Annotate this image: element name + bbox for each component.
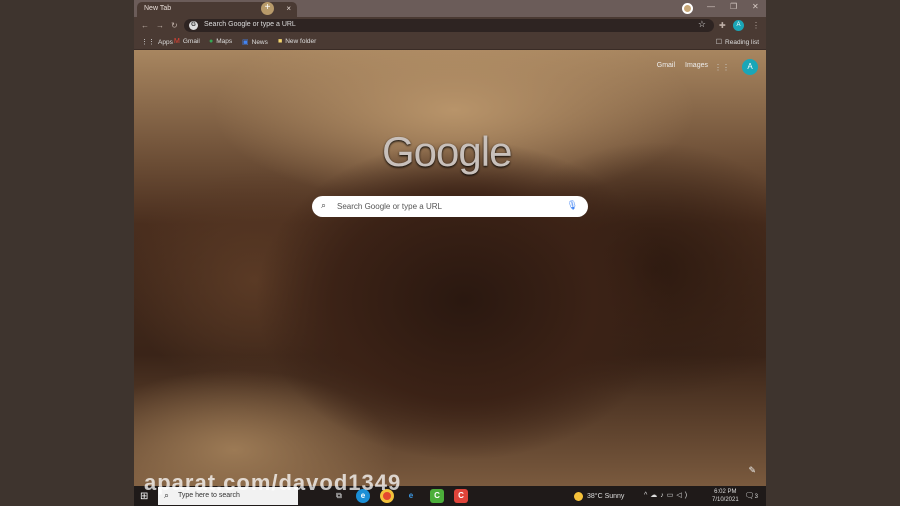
sun-icon [574, 492, 583, 501]
watermark: aparat.com/davod1349 [144, 470, 402, 495]
profile-icon[interactable] [682, 3, 693, 14]
reading-list-icon: ☐ [715, 39, 723, 46]
weather-widget[interactable]: 38°C Sunny [574, 492, 624, 501]
maps-icon: ● [209, 38, 214, 45]
bookmark-news[interactable]: ▣ News [242, 38, 268, 47]
search-icon: ⌕ [321, 200, 327, 210]
ntp-search-box[interactable]: ⌕ Search Google or type a URL 🎙 [312, 196, 588, 217]
camtasia-red-icon[interactable]: C [454, 489, 468, 503]
omnibox-text: Search Google or type a URL [204, 21, 296, 28]
google-apps-icon[interactable]: ⋮⋮ [714, 63, 730, 72]
bookmark-maps[interactable]: ● Maps [209, 38, 232, 45]
profile-avatar[interactable]: A [733, 20, 744, 31]
maximize-icon[interactable]: ❐ [730, 2, 737, 11]
search-placeholder: Search Google or type a URL [337, 202, 442, 211]
bookmark-label: Maps [216, 38, 233, 45]
ie-icon[interactable]: e [404, 489, 418, 503]
bookmark-apps[interactable]: ⋮⋮ Apps [141, 38, 173, 47]
reading-list[interactable]: ☐ Reading list [715, 38, 759, 47]
bookmark-star-icon[interactable]: ☆ [698, 19, 706, 30]
gmail-icon: M [174, 38, 180, 45]
clock[interactable]: 6:02 PM 7/10/2021 [712, 488, 739, 504]
date: 7/10/2021 [712, 497, 739, 503]
bookmark-gmail[interactable]: M Gmail [174, 38, 200, 45]
title-bar: New Tab × + — ❐ ✕ [134, 0, 766, 17]
omnibox[interactable]: G Search Google or type a URL ☆ [184, 19, 714, 32]
apps-icon: ⋮⋮ [141, 39, 155, 46]
extensions-icon[interactable]: ✚ [719, 21, 726, 30]
new-tab-page: Gmail Images ⋮⋮ A Google ⌕ Search Google o… [134, 50, 766, 486]
bookmark-label: News [251, 38, 268, 46]
notification-count: 3 [754, 494, 758, 500]
screen: New Tab × + — ❐ ✕ ← → ↻ G Search Google or… [134, 0, 766, 506]
gmail-link[interactable]: Gmail [657, 62, 675, 69]
account-avatar[interactable]: A [742, 59, 758, 75]
toolbar: ← → ↻ G Search Google or type a URL ☆ ✚ A … [134, 17, 766, 34]
new-tab-button[interactable]: + [261, 2, 274, 15]
time: 6:02 PM [714, 489, 737, 495]
reload-icon[interactable]: ↻ [171, 21, 178, 30]
menu-icon[interactable]: ⋮ [752, 21, 760, 30]
camtasia-green-icon[interactable]: C [430, 489, 444, 503]
bookmarks-bar: ⋮⋮ Apps M Gmail ● Maps ▣ News ■ New folder ☐ R… [134, 34, 766, 50]
back-icon[interactable]: ← [141, 21, 149, 30]
bookmark-label: Gmail [182, 38, 200, 45]
bookmark-label: New folder [285, 38, 317, 45]
close-window-icon[interactable]: ✕ [752, 2, 759, 11]
minimize-icon[interactable]: — [707, 2, 715, 11]
bookmark-label: Apps [158, 38, 173, 46]
close-tab-icon[interactable]: × [286, 4, 291, 13]
folder-icon: ■ [278, 38, 283, 45]
weather-text: 38°C Sunny [587, 493, 625, 500]
google-icon: G [189, 21, 198, 30]
microphone-icon[interactable]: 🎙 [567, 200, 578, 211]
notifications-icon[interactable]: 🗨3 [745, 491, 759, 500]
google-logo: Google [382, 128, 512, 175]
news-icon: ▣ [242, 39, 249, 46]
system-tray-icons[interactable]: ^☁♪▭◁) [644, 491, 690, 499]
tab-title: New Tab [144, 5, 172, 12]
forward-icon[interactable]: → [156, 21, 164, 30]
images-link[interactable]: Images [685, 62, 708, 69]
bookmark-new-folder[interactable]: ■ New folder [278, 38, 316, 45]
customize-pencil-icon[interactable]: ✎ [748, 465, 756, 476]
reading-list-label: Reading list [725, 38, 759, 46]
